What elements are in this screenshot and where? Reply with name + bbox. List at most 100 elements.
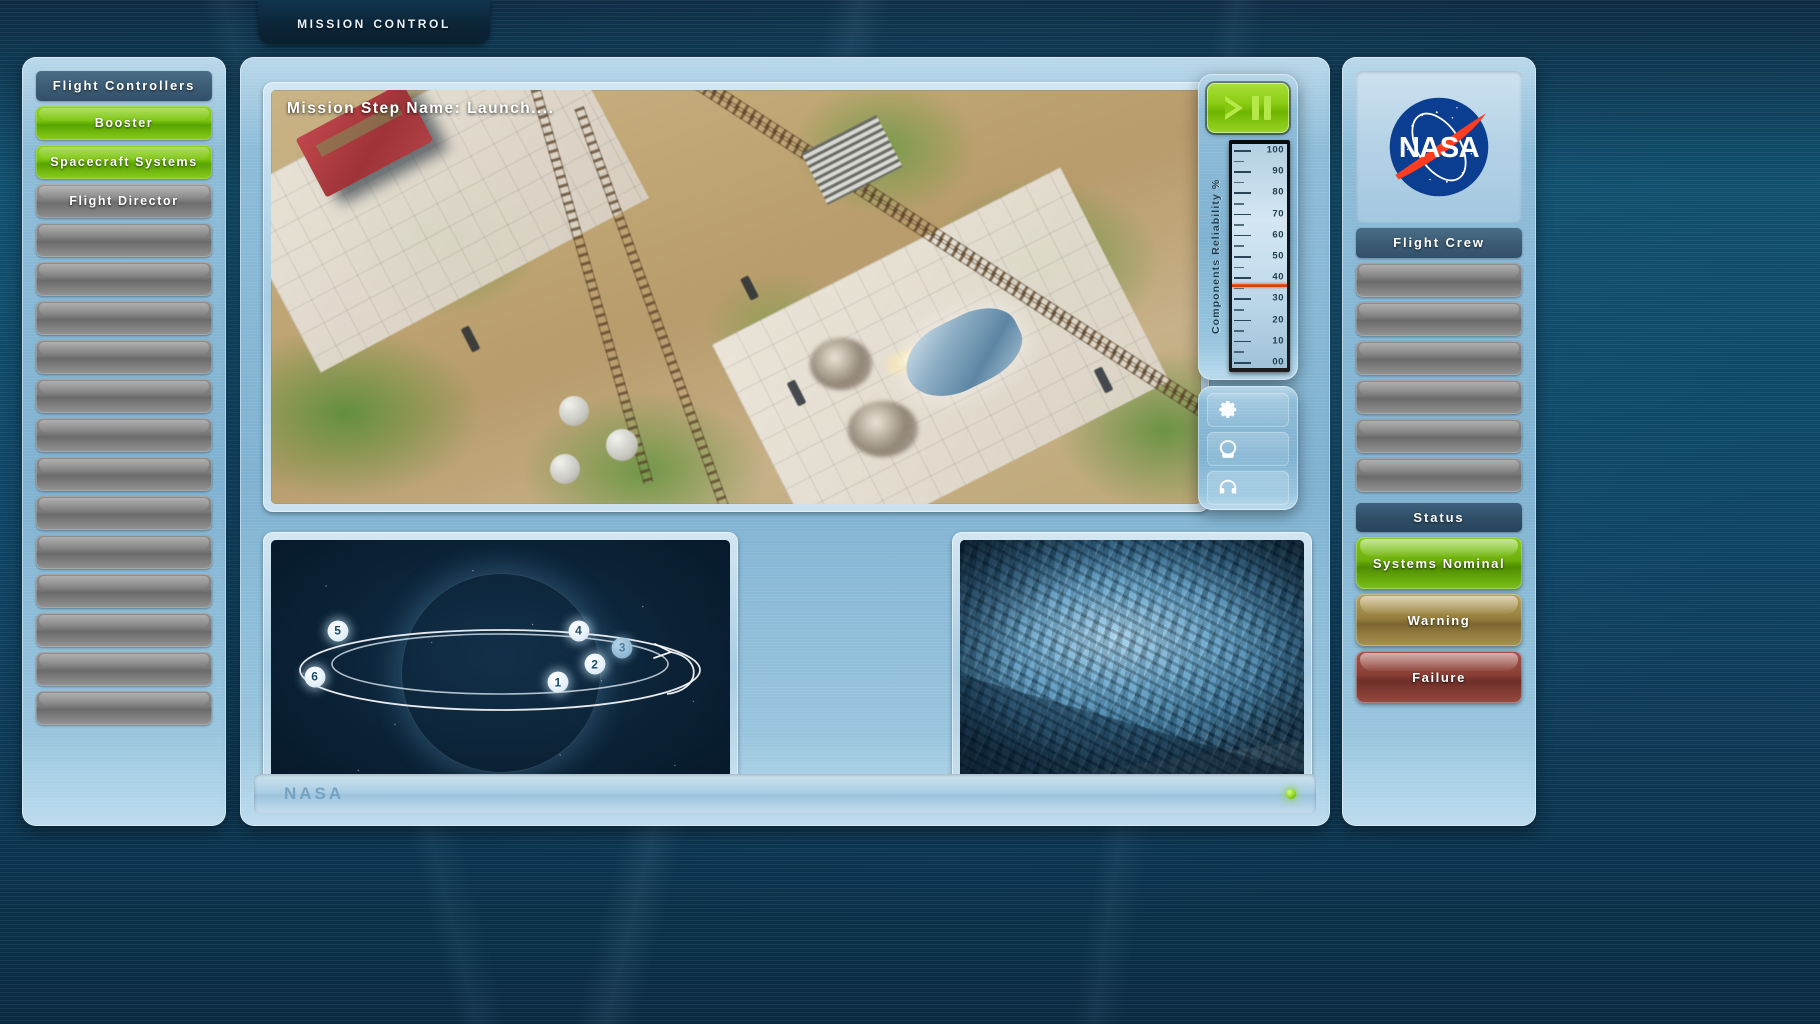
launch-camera-view: Mission Step Name: Launch.... [263, 82, 1209, 512]
settings-button[interactable] [1207, 393, 1289, 427]
sidebar-item-empty[interactable] [36, 534, 212, 569]
reliability-gauge-panel: Components Reliability % 100 90 80 70 60 50 40… [1198, 74, 1298, 380]
app-title-tab: Mission Control [258, 0, 490, 44]
sidebar-item-spacecraft-systems[interactable]: Spacecraft Systems [36, 144, 212, 179]
nasa-logo-box: NASA [1356, 71, 1522, 223]
gauge-tick-major [1234, 213, 1251, 216]
waypoint-number: 6 [311, 669, 318, 684]
sidebar-item-empty[interactable] [36, 495, 212, 530]
status-button-label: Warning [1407, 612, 1471, 628]
control-room-screen [960, 540, 1304, 796]
pause-icon [1252, 96, 1271, 120]
gauge-tick-major [1234, 319, 1251, 322]
gauge-tick-major [1234, 256, 1251, 258]
gauge-tick-minor [1234, 160, 1244, 163]
exhaust-plume [847, 400, 918, 457]
launch-camera-screen: Mission Step Name: Launch.... [271, 90, 1201, 504]
crew-slot[interactable] [1356, 379, 1522, 414]
gauge-tick-minor [1234, 245, 1244, 247]
sidebar-item-label: Flight Director [69, 193, 179, 208]
status-button-failure[interactable]: Failure [1356, 651, 1522, 704]
sidebar-item-label: Booster [94, 115, 154, 130]
orbit-waypoint-6[interactable]: 6 [304, 666, 326, 688]
status-button-warning[interactable]: Warning [1356, 594, 1522, 647]
orbit-diagram-screen: 1 2 3 4 5 6 [271, 540, 730, 796]
gauge-tick-label: 70 [1272, 208, 1284, 220]
sidebar-item-empty[interactable] [36, 300, 212, 335]
gauge-tick-label: 60 [1272, 229, 1284, 241]
gauge-tick-major [1234, 171, 1251, 173]
orbit-paths [299, 629, 701, 711]
gauge-tick-label: 100 [1266, 144, 1284, 156]
crew-slot[interactable] [1356, 418, 1522, 453]
orbit-waypoint-3[interactable]: 3 [611, 637, 633, 659]
waypoint-number: 5 [334, 623, 341, 638]
play-pause-button[interactable] [1207, 83, 1289, 133]
gauge-tick-major [1234, 150, 1251, 152]
gauge-value-needle [1232, 283, 1287, 287]
flight-controllers-panel: Flight Controllers Booster Spacecraft Sy… [22, 57, 226, 826]
gear-icon [1219, 401, 1237, 418]
gauge-tick-minor [1234, 287, 1244, 290]
sidebar-item-empty[interactable] [36, 690, 212, 725]
sidebar-item-empty[interactable] [36, 612, 212, 647]
sidebar-item-empty[interactable] [36, 417, 212, 452]
play-icon [1225, 96, 1243, 120]
waypoint-number: 3 [618, 640, 626, 655]
nasa-logo-icon: NASA [1389, 97, 1489, 197]
gauge-tick-major [1234, 340, 1251, 343]
crew-status-panel: NASA Flight Crew Status Systems Nominal … [1342, 57, 1536, 826]
crew-slot[interactable] [1356, 301, 1522, 336]
gauge-tick-label: 10 [1272, 335, 1284, 347]
gauge-tick-major [1234, 234, 1251, 237]
sidebar-item-empty[interactable] [36, 651, 212, 686]
orbit-waypoint-1[interactable]: 1 [547, 671, 569, 693]
gauge-tick-label: 40 [1272, 271, 1284, 283]
comms-button[interactable] [1207, 471, 1289, 505]
main-panel-footer: NASA [254, 774, 1316, 814]
crew-slot[interactable] [1356, 457, 1522, 492]
sidebar-item-empty[interactable] [36, 222, 212, 257]
gauge-tick-label: 20 [1272, 314, 1284, 326]
status-led-indicator [1286, 789, 1296, 799]
gauge-tick-major [1234, 192, 1251, 194]
orbit-waypoint-4[interactable]: 4 [568, 620, 590, 642]
waypoint-number: 2 [591, 657, 598, 672]
gauge-tick-label: 80 [1272, 186, 1284, 198]
sidebar-item-flight-director[interactable]: Flight Director [36, 183, 212, 218]
sidebar-item-booster[interactable]: Booster [36, 105, 212, 140]
flight-controllers-header: Flight Controllers [36, 71, 212, 101]
gauge-tick-label: 50 [1272, 250, 1284, 262]
gauge-axis-label: Components Reliability % [1210, 178, 1222, 334]
gauge-tick-minor [1234, 330, 1244, 332]
gauge-tick-minor [1234, 266, 1244, 269]
crew-slot[interactable] [1356, 262, 1522, 297]
sidebar-item-empty[interactable] [36, 261, 212, 296]
orbit-diagram-view: 1 2 3 4 5 6 [263, 532, 738, 804]
gauge-tick-minor [1234, 181, 1244, 184]
gauge-tick-minor [1234, 309, 1244, 311]
screen-vignette [960, 540, 1304, 796]
gauge-tick-label: 30 [1272, 292, 1284, 304]
helmet-button[interactable] [1207, 432, 1289, 466]
headset-icon [1219, 479, 1237, 494]
tool-icons-panel [1198, 386, 1298, 510]
sidebar-item-empty[interactable] [36, 573, 212, 608]
status-button-label: Systems Nominal [1372, 555, 1506, 571]
page-title: Mission Control [297, 11, 451, 32]
gauge-tick-label: 00 [1272, 356, 1284, 368]
components-reliability-gauge: Components Reliability % 100 90 80 70 60 50 40… [1206, 140, 1290, 372]
sidebar-item-empty[interactable] [36, 339, 212, 374]
orbit-waypoint-2[interactable]: 2 [584, 653, 606, 675]
orbit-waypoint-5[interactable]: 5 [327, 620, 349, 642]
crew-status-list: NASA Flight Crew Status Systems Nominal … [1356, 71, 1522, 812]
crew-slot[interactable] [1356, 340, 1522, 375]
svg-text:NASA: NASA [1399, 132, 1480, 164]
flight-crew-header: Flight Crew [1356, 228, 1522, 258]
gauge-tick-minor [1234, 351, 1244, 353]
sidebar-item-empty[interactable] [36, 378, 212, 413]
gauge-tick-major [1234, 362, 1251, 364]
gauge-tick-major [1234, 298, 1251, 300]
status-button-nominal[interactable]: Systems Nominal [1356, 537, 1522, 590]
sidebar-item-empty[interactable] [36, 456, 212, 491]
